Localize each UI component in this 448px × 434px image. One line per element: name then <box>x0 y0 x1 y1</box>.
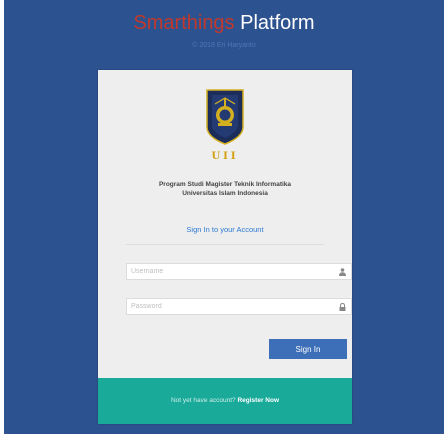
app-title: Smarthings Platform <box>4 10 444 36</box>
username-field <box>126 263 352 280</box>
user-icon <box>339 268 346 276</box>
lock-icon <box>339 303 346 311</box>
divider <box>126 244 324 245</box>
password-input[interactable] <box>127 299 331 314</box>
university-logo <box>206 89 244 145</box>
svg-text:UII: UII <box>211 151 238 161</box>
register-prompt: Not yet have account? <box>170 397 236 404</box>
copyright-text: © 2018 Eri Haryanto <box>192 42 256 49</box>
program-line-1: Program Studi Magister Teknik Informatik… <box>158 181 292 188</box>
username-input[interactable] <box>127 264 331 279</box>
brand-main: Platform <box>240 12 315 34</box>
university-logo-text: UII <box>198 149 252 161</box>
login-card: UII Program Studi Magister Teknik Inform… <box>98 70 352 424</box>
signin-heading: Sign In to your Account <box>186 225 264 234</box>
signin-button[interactable]: Sign In <box>269 339 347 359</box>
password-field <box>126 298 352 315</box>
brand-accent: Smarthings <box>133 12 235 34</box>
login-page: Smarthings Platform © 2018 Eri Haryanto … <box>4 0 444 434</box>
register-link[interactable]: Register Now <box>237 397 279 404</box>
card-footer: Not yet have account? Register Now <box>98 378 352 424</box>
program-name: Program Studi Magister Teknik Informatik… <box>98 180 352 198</box>
program-line-2: Universitas Islam Indonesia <box>182 190 268 197</box>
